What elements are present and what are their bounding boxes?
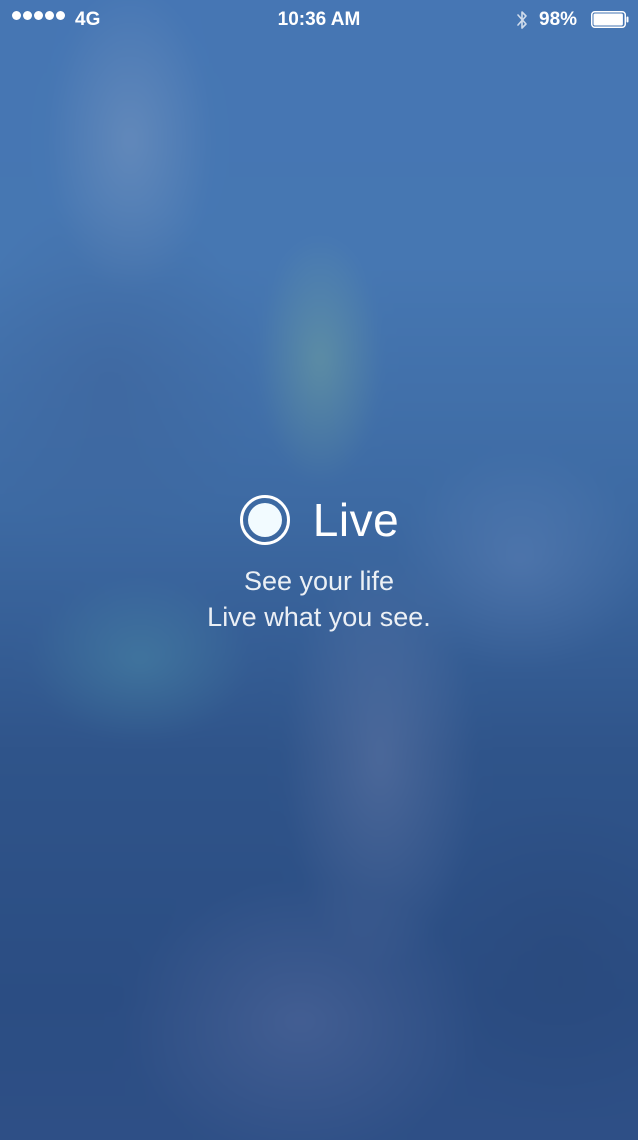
app-brand: Live	[239, 490, 399, 550]
battery-icon	[591, 11, 629, 28]
app-name: Live	[312, 494, 400, 546]
tagline-line-2: Live what you see.	[207, 602, 431, 632]
splash-content: Live See your life Live what you see.	[0, 490, 638, 635]
tagline-line-1: See your life	[243, 566, 395, 596]
tagline: See your life Live what you see.	[0, 563, 638, 635]
battery-percentage: 98%	[539, 9, 578, 30]
live-record-icon	[239, 495, 290, 545]
status-bar: 4G 10:36 AM 98%	[0, 0, 638, 40]
bluetooth-icon	[517, 11, 527, 29]
splash-screen: 4G 10:36 AM 98% Live See your life Live …	[0, 0, 638, 1140]
